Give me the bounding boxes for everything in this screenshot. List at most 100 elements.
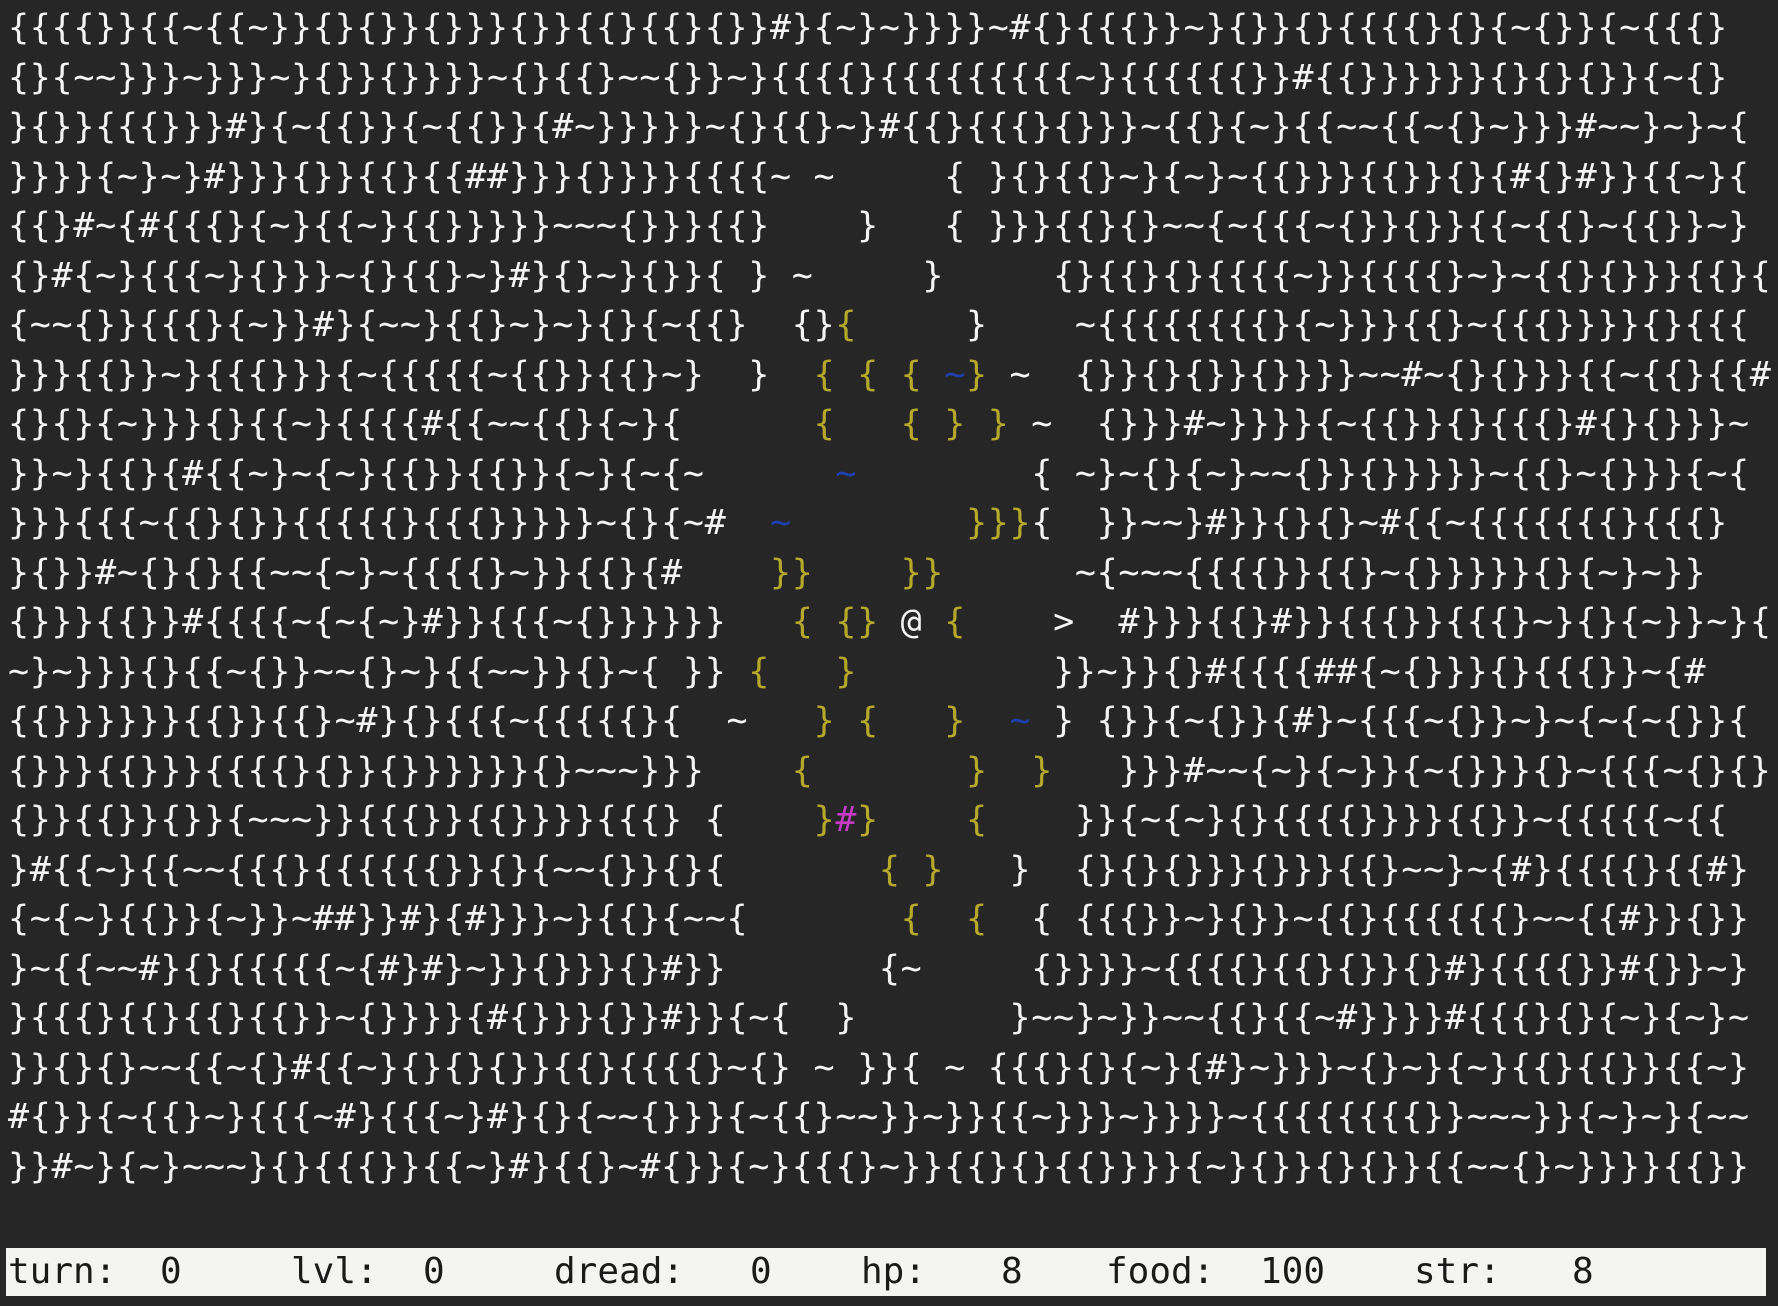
lit-tiles: {	[944, 602, 967, 642]
wall-tiles: {}	[791, 305, 836, 345]
wall-tiles: ~	[1009, 404, 1097, 444]
wall-tiles: }}}{{}}~}{{{}}}{~{{{{{~{{}}{{}~} }	[8, 354, 814, 395]
wall-tiles	[879, 602, 901, 642]
lit-tiles: }}	[900, 552, 945, 593]
map-row: {{{{}}{{~{{~}}{}{}}{}}}{}}{{}{{}{}}#}{~}…	[8, 4, 1772, 54]
wall-tiles	[705, 454, 836, 494]
wall-tiles: }{}}#~{}{}{{~~{~}~{{{{}~}}{{}{#	[8, 552, 771, 593]
stat-lvl: lvl: 0	[291, 1248, 491, 1296]
map-row: }}#~}{~}~~~}{}{{{}}{{~}#}{{}~#{}}{~}{{{}…	[8, 1143, 1772, 1193]
wall-tiles: } {}{}{}}}{}}}{{}~~}~{#}{{{{}{{#}	[944, 849, 1750, 890]
turn-value: 0	[160, 1251, 182, 1292]
lit-tiles: }}	[770, 552, 814, 593]
food-label: food:	[1106, 1251, 1215, 1292]
map-row: }}}{{{~{{}{}}{{{{{}{{{}}}}}~{}{~# ~ }}}{…	[8, 499, 1772, 549]
wall-tiles: }}}}{~}~}#}}}{}}{{}{{##}}}{}}}}{{{{~ ~	[8, 156, 836, 197]
wall-tiles	[857, 454, 1031, 494]
wall-tiles	[879, 800, 966, 840]
lit-tiles: { { } }	[813, 404, 1010, 444]
wall-tiles: ~{{{{{{{{}{~}}}{{}~{{{}}}}{}{{{	[1074, 305, 1750, 345]
map-row: {}}}{{}}#{{{{~{~{~}#}}{{{~{}}}}}} { {} @…	[8, 598, 1772, 648]
map-row: {}}}{{}}}{{{{}{}}{}}}}}}{}~~~}}} { } } }…	[8, 747, 1772, 797]
wall-tiles: }{{{}{{}{{}{{}}~{}}}}{#{}}}{}}#}}{~{ } }…	[8, 998, 1750, 1038]
lit-tiles: {	[748, 651, 771, 692]
stat-turn: turn: 0	[8, 1248, 248, 1296]
hp-value: 8	[1001, 1251, 1023, 1292]
wall-tiles: }}{~{~}{}{{{{}}}}{{}}~{{{{{~{{	[987, 800, 1729, 840]
lvl-value: 0	[423, 1251, 445, 1292]
wall-tiles	[857, 652, 1053, 692]
map-row: {}{~~}}}~}}}~}{}}{}}}}~{}{{}~~{}}~}{{{{}…	[8, 54, 1772, 104]
str-label: str:	[1414, 1251, 1501, 1292]
game-screen: {{{{}}{{~{{~}}{}{}}{}}}{}}{{}{{}{}}#}{~}…	[0, 0, 1778, 1306]
wall-tiles: {}}{{}}{}}{~~~}}{{{}}{{}}}}{{{} {	[8, 800, 814, 840]
stat-hp: hp: 8	[861, 1248, 1061, 1296]
map-row: }}{}{}~~{{~{}#{{~}{}{}{}}{{}{{{{}~{} ~ }…	[8, 1044, 1772, 1094]
wall-tiles: }#{{~}{{~~{{{}{{{{{{}}{}{~~{}}{}{	[8, 849, 879, 890]
wall-tiles: { }}~~}#}}{}{}~#{{~{{{{{{{}{{{}	[1031, 503, 1729, 543]
wall-tiles: }	[813, 255, 1054, 296]
wall-tiles: }}~}{{}{#{{~}~{~}{{}}{{}}{~}{~{~	[8, 453, 705, 494]
wall-tiles: }}}#~~{~}{~}}{~{}}}{}~{{{~{}{}	[1053, 750, 1772, 791]
wall-tiles	[792, 503, 966, 543]
map-row: }{}}#~{}{}{{~~{~}~{{{{}~}}{{}{# }} }} ~{…	[8, 549, 1772, 599]
wall-tiles: ~	[987, 354, 1075, 395]
wall-tiles: #{}}{~{{}~}{{{~#}{{{~}#}{}{~~{}}}{~{{}~~…	[8, 1097, 1750, 1137]
stat-dread: dread: 0	[554, 1248, 794, 1296]
water-tile: ~	[770, 503, 792, 543]
wall-tiles: }	[857, 305, 1075, 345]
wall-tiles: }	[770, 206, 945, 246]
map-row: }#{{~}{{~~{{{}{{{{{{}}{}{~~{}}{}{ { } } …	[8, 846, 1772, 896]
wall-tiles: {}{}{~}}}{}{{~}{{{{#{{~~{{}{~}{	[8, 404, 683, 444]
wall-tiles: } {}}{~{}}{#}~{{{~{}}~}~{~{~{}}{	[1031, 701, 1750, 741]
lit-tiles: { {}	[791, 602, 879, 642]
map-row: {{}}}}}}{{}}{{}~#}{}{{{~{{{{{}{ ~ } { } …	[8, 697, 1772, 747]
food-value: 100	[1260, 1251, 1326, 1292]
map-row: }{{{}{{}{{}{{}}~{}}}}{#{}}}{}}#}}{~{ } }…	[8, 994, 1772, 1044]
item-icon: #	[835, 800, 858, 840]
wall-tiles	[966, 701, 1010, 741]
stat-food: food: 100	[1106, 1248, 1346, 1296]
wall-tiles: {{}}}}}}{{}}{{}~#}{}{{{~{{{{{}{ ~	[8, 701, 814, 741]
wall-tiles: { }{}{{}~}{~}~{{}}}{{}}{}{#{}#}}{{~}{	[944, 156, 1750, 197]
lit-tiles: }	[965, 354, 988, 395]
status-bar: turn: 0 lvl: 0 dread: 0 hp: 8 food: 100 …	[6, 1248, 1766, 1296]
wall-tiles: {}#{~}{{{~}{}}}~{}{{}~}#}{}~}{}}{ } ~	[8, 255, 814, 296]
lit-tiles: { } }	[791, 750, 1054, 791]
wall-tiles	[770, 652, 835, 692]
wall-tiles	[683, 404, 814, 444]
wall-tiles: {{}#~{#{{{}{~}{{~}{{}}}}}~~~{}}}{{}	[8, 206, 771, 246]
lit-tiles: }	[813, 800, 836, 840]
map-row: {}}{{}}{}}{~~~}}{{{}}{{}}}}{{{} { }#} { …	[8, 796, 1772, 846]
str-value: 8	[1572, 1251, 1594, 1292]
wall-tiles: {~{~}{{}}{~}}~##}}#}{#}}}~}{{}{~~{	[8, 899, 901, 939]
map-row: }}~}{{}{#{{~}~{~}{{}}{{}}{~}{~{~ ~ { ~}~…	[8, 450, 1772, 500]
wall-tiles: { ~}~{}{~}~~{}}{}}}}}~{{}~{}}}{~{	[1031, 453, 1750, 494]
wall-tiles: {}}{}{}}{}}}}~~#~{}{}}}{{~{{}{{#	[1074, 354, 1772, 395]
wall-tiles: }}~}}{}#{{{{##{~{}}}{}{{{}}~{#	[1053, 651, 1707, 692]
water-tile: ~	[1009, 701, 1032, 741]
wall-tiles: ~}~}}}{}{{~{}}~~{}~}{{~~}}{}~{ }}	[8, 651, 749, 692]
wall-tiles: {}}}#~}}}}{~{{}}{}{{{}#{}{}}}~	[1096, 404, 1750, 444]
map-row: {}#{~}{{{~}{}}}~{}{{}~}#}{}~}{}}{ } ~ } …	[8, 252, 1772, 302]
stairs-down-icon: >	[1053, 602, 1075, 642]
map-row: #{}}{~{{}~}{{{~#}{{{~}#}{}{~~{}}}{~{{}~~…	[8, 1093, 1772, 1143]
lit-tiles: }}}	[965, 503, 1032, 543]
wall-tiles: }{}}{{{}}}#}{~{{}}{~{{}}{#~}}}}}~{}{{}~}…	[8, 107, 1750, 147]
water-tile: ~	[944, 354, 966, 395]
dread-label: dread:	[554, 1251, 685, 1292]
map-row: {~~{}}{{{}{~}}#}{~~}{{}~}~}{}{~{{} {}{ }…	[8, 301, 1772, 351]
map-row: {}{}{~}}}{}{{~}{{{{#{{~~{{}{~}{ { { } } …	[8, 400, 1772, 450]
wall-tiles	[814, 553, 901, 593]
dungeon-map: {{{{}}{{~{{~}}{}{}}{}}}{}}{{}{{}{}}#}{~}…	[8, 4, 1772, 1192]
wall-tiles: {{{{}}{{~{{~}}{}{}}{}}}{}}{{}{{}{}}#}{~}…	[8, 8, 1728, 48]
wall-tiles: {}}}{{}}}{{{{}{}}{}}}}}}{}~~~}}}	[8, 750, 792, 791]
wall-tiles: {}{{}{}{{{{~}}{{{{}~}~{{}{}}}{{}{	[1053, 255, 1772, 296]
lit-tiles: } { }	[813, 701, 966, 741]
wall-tiles: {~~{}}{{{}{~}}#}{~~}{{}~}~}{}{~{{}	[8, 305, 792, 345]
wall-tiles: }}}{{{~{{}{}}{{{{{}{{{}}}}}~{}{~#	[8, 503, 771, 543]
lit-tiles: }	[835, 651, 858, 692]
turn-label: turn:	[8, 1251, 117, 1292]
dread-value: 0	[750, 1251, 772, 1292]
hp-label: hp:	[861, 1251, 927, 1292]
